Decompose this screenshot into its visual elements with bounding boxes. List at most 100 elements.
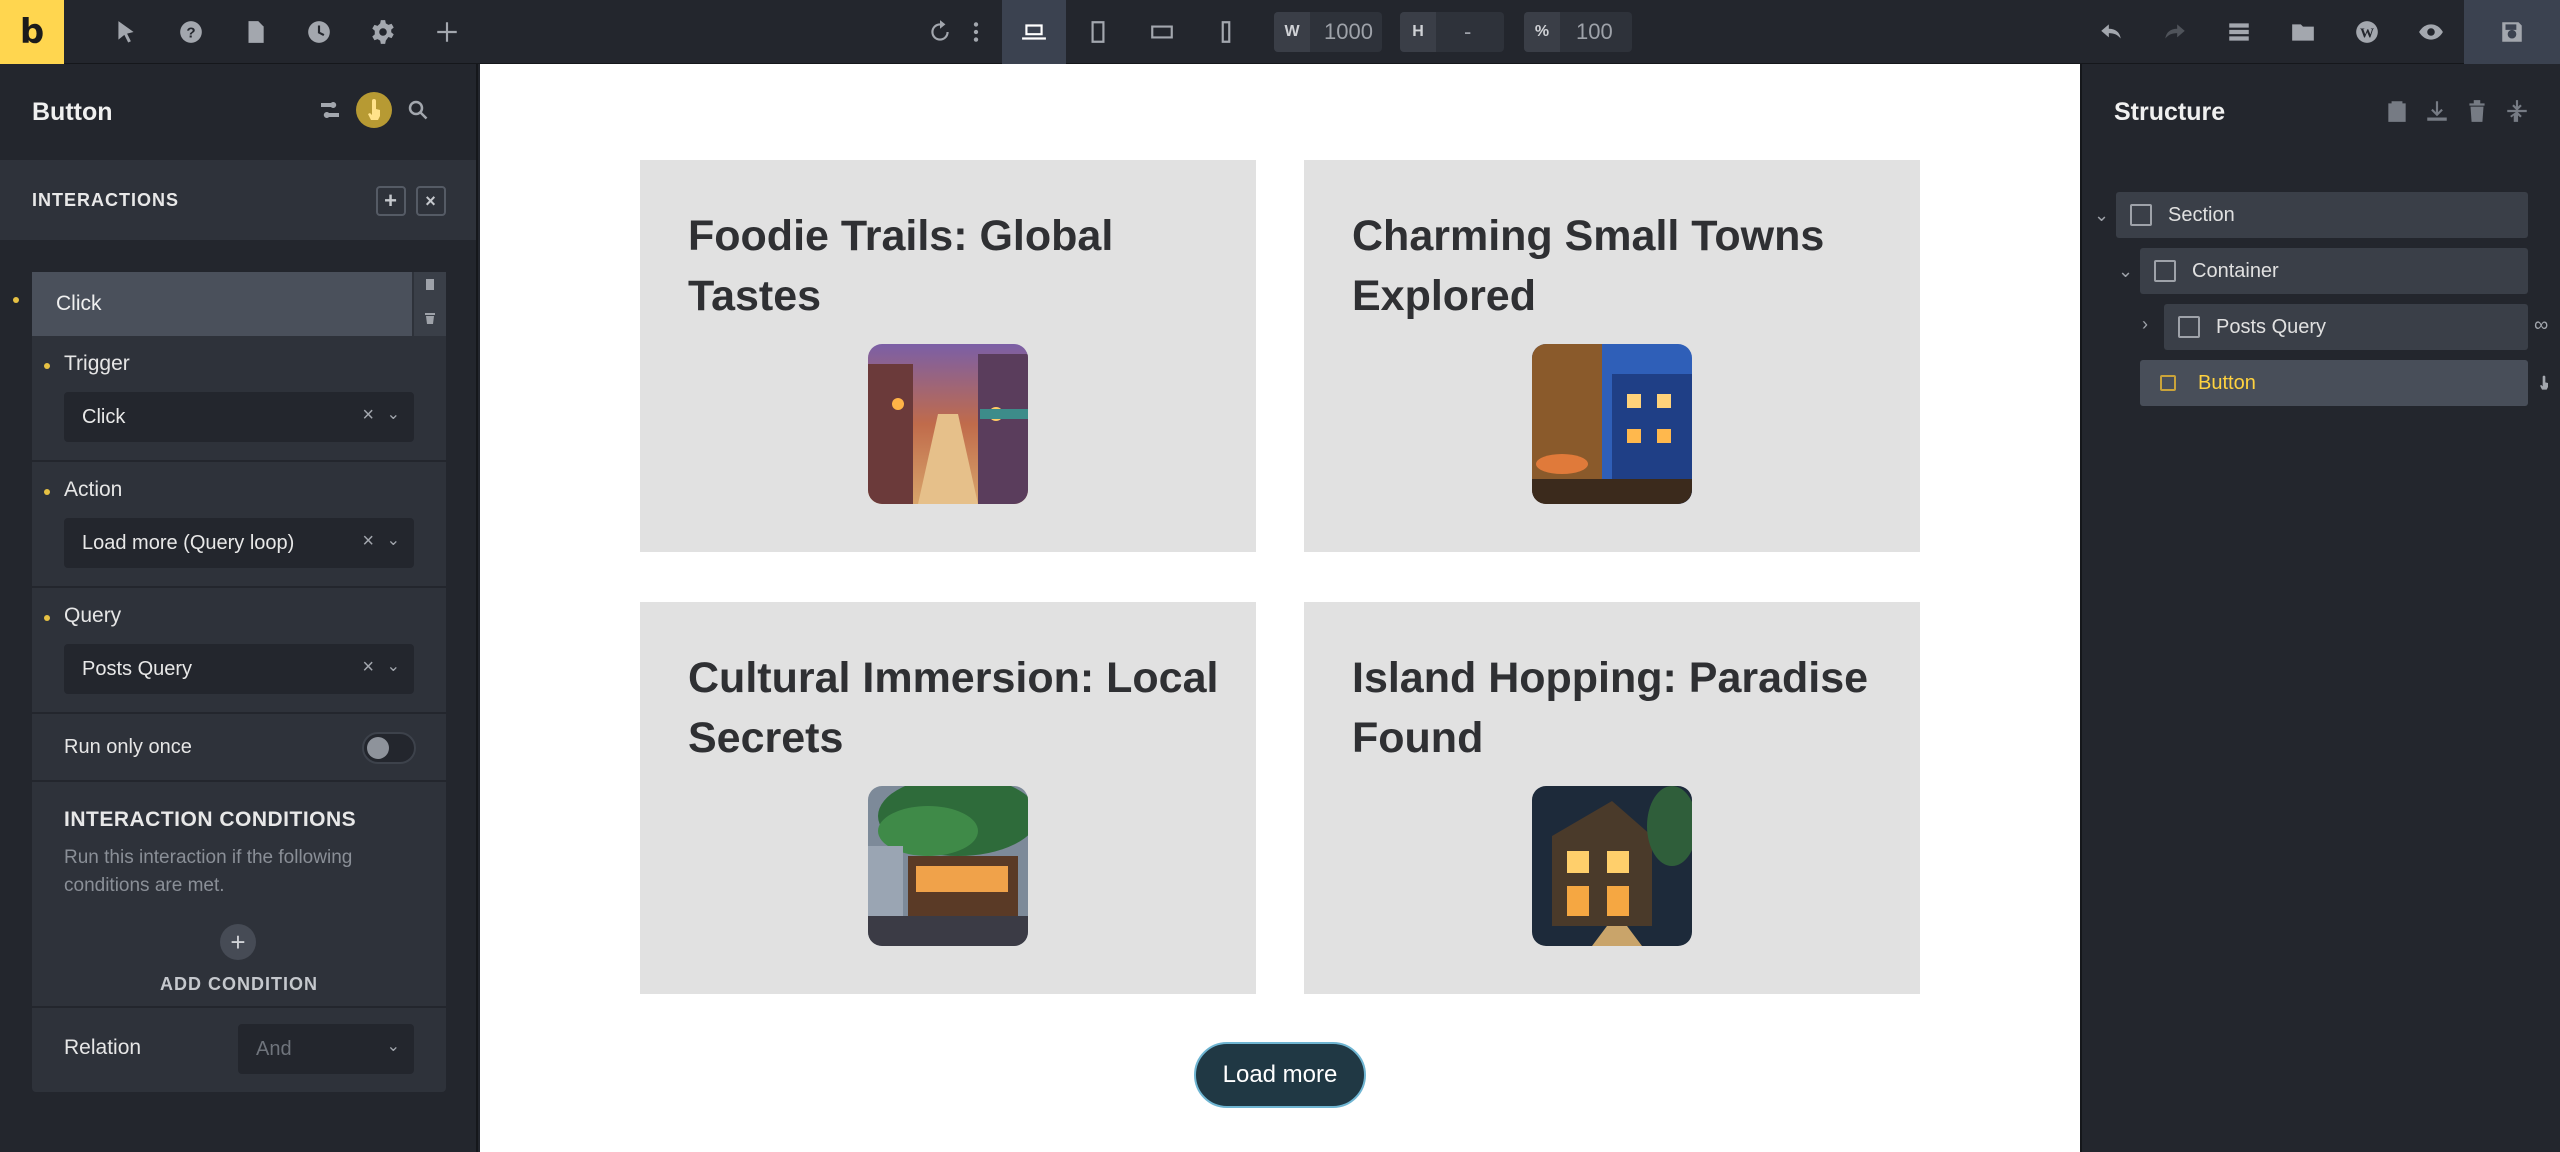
- query-indicator: [44, 615, 50, 621]
- pages-icon[interactable]: [239, 16, 271, 48]
- undo-icon[interactable]: [2095, 16, 2127, 48]
- download-icon[interactable]: [2424, 98, 2450, 124]
- app-logo[interactable]: b: [0, 0, 64, 64]
- post-image[interactable]: [868, 344, 1028, 504]
- interaction-indicator-icon: [2540, 375, 2548, 390]
- element-title: Button: [32, 97, 113, 126]
- add-condition-icon[interactable]: +: [220, 924, 256, 960]
- post-title[interactable]: Cultural Immersion: Local Secrets: [688, 648, 1228, 768]
- load-more-button[interactable]: Load more: [1194, 1042, 1366, 1108]
- chevron-down-icon[interactable]: ⌄: [2094, 205, 2109, 226]
- chevron-down-icon[interactable]: ⌄: [387, 1036, 400, 1056]
- conditions-title: INTERACTION CONDITIONS: [64, 808, 357, 831]
- button-element-icon: [2160, 375, 2176, 391]
- refresh-icon[interactable]: [924, 16, 956, 48]
- height-value[interactable]: -: [1436, 19, 1471, 45]
- clear-icon[interactable]: ×: [362, 656, 374, 679]
- interactions-section-header[interactable]: INTERACTIONS + ×: [0, 160, 476, 240]
- query-loop-icon: ∞: [2534, 314, 2549, 336]
- width-field[interactable]: W 1000: [1274, 12, 1382, 52]
- panel-header: Button: [0, 64, 476, 160]
- builder-canvas: Foodie Trails: Global Tastes Charming Sm…: [480, 64, 2080, 1152]
- duplicate-icon[interactable]: [423, 278, 437, 294]
- settings-gear-icon[interactable]: [367, 16, 399, 48]
- relation-value: And: [256, 1037, 292, 1060]
- clear-interactions-button[interactable]: ×: [416, 186, 446, 216]
- post-title[interactable]: Foodie Trails: Global Tastes: [688, 206, 1228, 326]
- action-select[interactable]: Load more (Query loop) × ⌄: [64, 518, 414, 568]
- post-card[interactable]: Cultural Immersion: Local Secrets: [640, 602, 1256, 994]
- wordpress-icon[interactable]: W: [2351, 16, 2383, 48]
- trigger-label: Trigger: [64, 352, 130, 375]
- interactions-icon[interactable]: [356, 92, 392, 128]
- interaction-header[interactable]: Click: [32, 272, 412, 336]
- chevron-down-icon[interactable]: ⌄: [387, 404, 400, 424]
- mobile-icon[interactable]: [1210, 16, 1242, 48]
- search-icon[interactable]: [400, 92, 436, 128]
- post-image[interactable]: [1532, 344, 1692, 504]
- post-card[interactable]: Foodie Trails: Global Tastes: [640, 160, 1256, 552]
- trigger-select[interactable]: Click × ⌄: [64, 392, 414, 442]
- structure-item-container[interactable]: Container: [2140, 248, 2528, 294]
- toggle-controls-icon[interactable]: [312, 92, 348, 128]
- post-card[interactable]: Island Hopping: Paradise Found: [1304, 602, 1920, 994]
- structure-title: Structure: [2114, 97, 2226, 126]
- conditions-description: Run this interaction if the following co…: [64, 847, 353, 896]
- clipboard-icon[interactable]: [2384, 98, 2410, 124]
- chevron-down-icon[interactable]: ⌄: [387, 656, 400, 676]
- post-image[interactable]: [1532, 786, 1692, 946]
- tablet-portrait-icon[interactable]: [1082, 16, 1114, 48]
- collapse-all-icon[interactable]: [2504, 98, 2530, 124]
- chevron-down-icon[interactable]: ⌄: [387, 530, 400, 550]
- top-toolbar: b ? W 1000 H - % 100 W: [0, 0, 2560, 64]
- add-condition-button[interactable]: ADD CONDITION: [32, 974, 446, 995]
- scale-value[interactable]: 100: [1560, 19, 1613, 45]
- structure-panel: Structure ⌄ Section ⌄ Container › Posts …: [2080, 64, 2560, 1152]
- width-label: W: [1274, 12, 1310, 52]
- relation-select[interactable]: And ⌄: [238, 1024, 414, 1074]
- help-icon[interactable]: ?: [175, 16, 207, 48]
- relation-label: Relation: [64, 1036, 142, 1059]
- post-title[interactable]: Charming Small Towns Explored: [1352, 206, 1892, 326]
- folder-icon[interactable]: [2287, 16, 2319, 48]
- post-title[interactable]: Island Hopping: Paradise Found: [1352, 648, 1892, 768]
- structure-item-posts-query[interactable]: Posts Query: [2164, 304, 2528, 350]
- preview-eye-icon[interactable]: [2415, 16, 2447, 48]
- section-icon: [2130, 204, 2152, 226]
- structure-header: Structure: [2082, 64, 2560, 160]
- pointer-icon[interactable]: [110, 16, 142, 48]
- laptop-icon: [1018, 16, 1050, 48]
- element-settings-panel: Button INTERACTIONS + × Click Trigger Cl…: [0, 64, 478, 1152]
- svg-text:?: ?: [186, 24, 195, 41]
- action-label: Action: [64, 478, 123, 501]
- post-image[interactable]: [868, 786, 1028, 946]
- query-select[interactable]: Posts Query × ⌄: [64, 644, 414, 694]
- structure-item-button[interactable]: Button: [2140, 360, 2528, 406]
- add-element-icon[interactable]: [431, 16, 463, 48]
- save-icon: [2496, 16, 2528, 48]
- more-vertical-icon[interactable]: [960, 16, 992, 48]
- chevron-down-icon[interactable]: ⌄: [2118, 261, 2133, 282]
- clear-icon[interactable]: ×: [362, 404, 374, 427]
- history-icon[interactable]: [303, 16, 335, 48]
- trigger-indicator: [44, 363, 50, 369]
- container-icon: [2154, 260, 2176, 282]
- trash-icon[interactable]: [2464, 98, 2490, 124]
- tablet-landscape-icon[interactable]: [1146, 16, 1178, 48]
- width-value[interactable]: 1000: [1310, 19, 1373, 45]
- add-interaction-button[interactable]: +: [376, 186, 406, 216]
- delete-icon[interactable]: [423, 310, 437, 326]
- height-field[interactable]: H -: [1400, 12, 1504, 52]
- query-value: Posts Query: [82, 657, 193, 680]
- chevron-right-icon[interactable]: ›: [2142, 314, 2148, 335]
- layers-icon[interactable]: [2223, 16, 2255, 48]
- run-once-label: Run only once: [64, 736, 192, 758]
- clear-icon[interactable]: ×: [362, 530, 374, 553]
- action-indicator: [44, 489, 50, 495]
- structure-item-section[interactable]: Section: [2116, 192, 2528, 238]
- structure-item-label: Posts Query: [2216, 315, 2327, 338]
- scale-field[interactable]: % 100: [1524, 12, 1632, 52]
- post-card[interactable]: Charming Small Towns Explored: [1304, 160, 1920, 552]
- redo-icon[interactable]: [2159, 16, 2191, 48]
- run-once-toggle[interactable]: [362, 732, 416, 764]
